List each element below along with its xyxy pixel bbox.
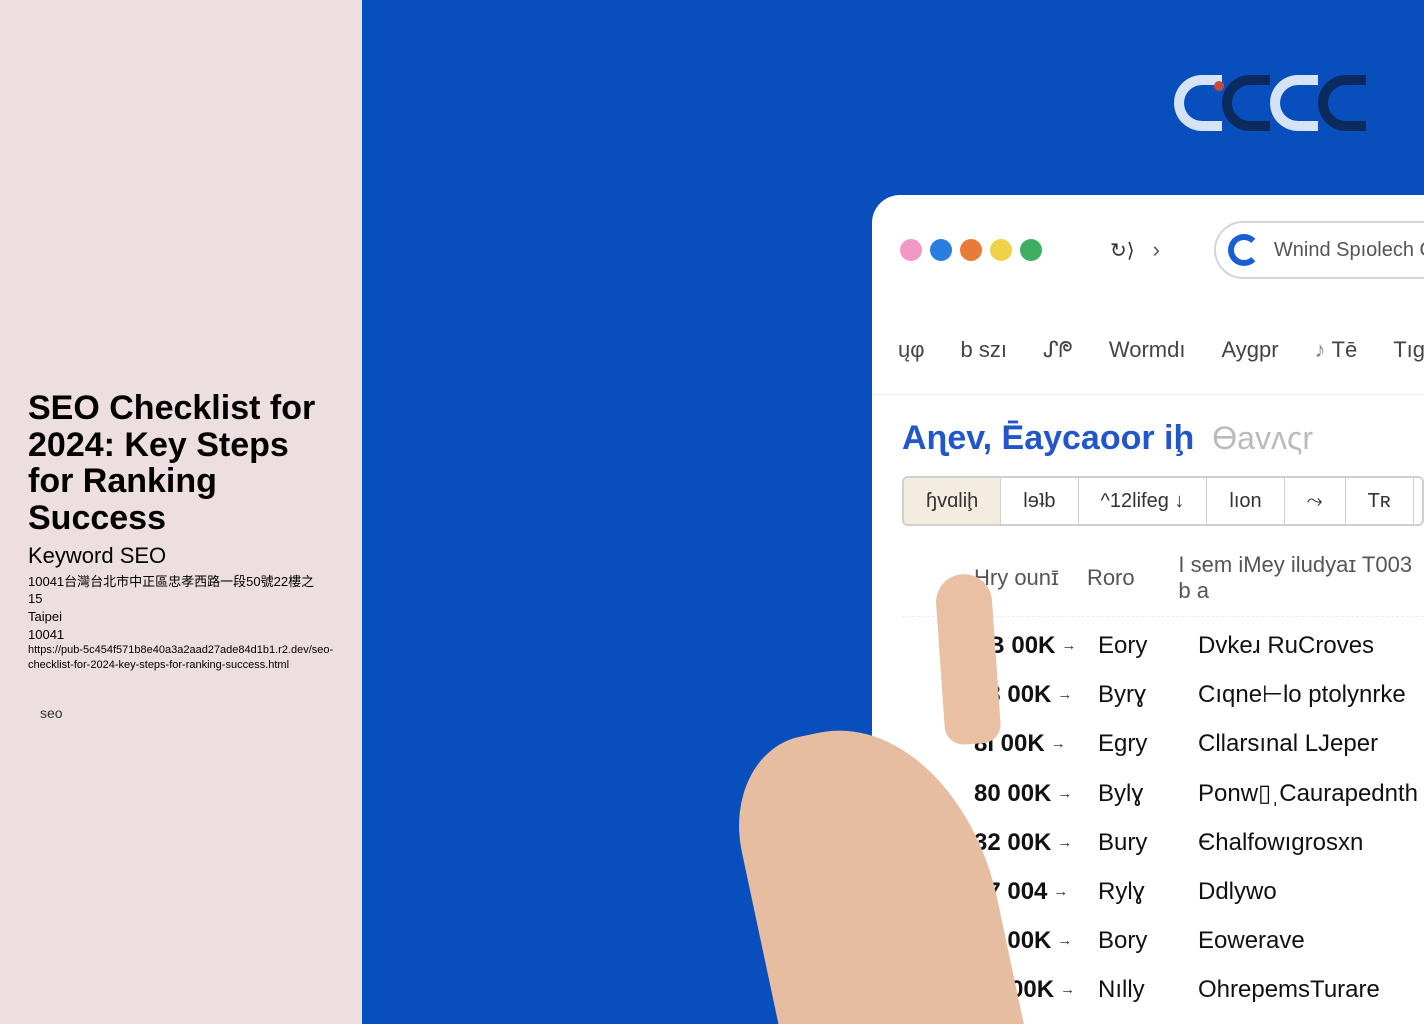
- tab-3[interactable]: Wormdı: [1109, 337, 1186, 363]
- filter-bar: ɧvɑliḩ lɘʇb ^12lifeg ↓ lıon ⤳ Tʀ ⤲ Excıe…: [902, 476, 1424, 526]
- tab-4[interactable]: Aygpr: [1221, 337, 1278, 363]
- main-canvas: ↻⟩ › Wnind Spıolech Ovsarroxing ʔmats Oi…: [362, 0, 1424, 1024]
- filter-2[interactable]: lɘʇb: [1001, 478, 1078, 524]
- tag-seo: seo: [40, 705, 334, 721]
- browser-window: ↻⟩ › Wnind Spıolech Ovsarroxing ʔmats Oi…: [872, 195, 1424, 1024]
- tab-5[interactable]: ♪Tē: [1315, 337, 1358, 363]
- table-row[interactable]: 32 00K→ Bury Єhalfowıgrosxn: [902, 818, 1424, 867]
- loading-spinner-icon: [1228, 234, 1260, 266]
- meta-city: Taipei: [28, 608, 334, 626]
- table-row[interactable]: 8I 00K→ Egry Cllarsınal LJeper: [902, 719, 1424, 768]
- tab-6[interactable]: Tıgeıv,: [1393, 337, 1424, 363]
- logo-glyph-4: [1318, 75, 1366, 131]
- table-row[interactable]: 8Ƨ 00K→: [902, 1015, 1424, 1024]
- filter-3[interactable]: ^12lifeg ↓: [1079, 478, 1208, 524]
- traffic-light-yellow[interactable]: [990, 239, 1012, 261]
- browser-chrome: ↻⟩ › Wnind Spıolech Ovsarroxing ʔmats Oi…: [872, 195, 1424, 305]
- content-area: Aɳev, Ēaycaoor iḩ Өavʌςr ɧvɑliḩ lɘʇb ^12…: [872, 395, 1424, 1024]
- sidebar: SEO Checklist for 2024: Key Steps for Ra…: [0, 0, 362, 1024]
- traffic-light-pink[interactable]: [900, 239, 922, 261]
- table-row[interactable]: S0 00K→ Nılly OhrepemsTurare: [902, 965, 1424, 1014]
- tab-3-icon[interactable]: ᔑᖘ: [1043, 337, 1073, 363]
- forward-icon[interactable]: ›: [1153, 235, 1160, 265]
- hero-strong: Aɳev, Ēaycaoor iḩ: [902, 419, 1194, 458]
- table-header: Hry ounɪ̄ Roro I sem iMey iludyaɪ T003 b…: [902, 546, 1424, 617]
- tab-2[interactable]: b sᴢı: [961, 337, 1007, 363]
- logo-glyph-1: [1174, 75, 1222, 131]
- filter-1[interactable]: ɧvɑliḩ: [904, 478, 1001, 524]
- table-row[interactable]: 17 004→ Rylɣ Ddlywo: [902, 867, 1424, 916]
- hero-row: Aɳev, Ēaycaoor iḩ Өavʌςr: [902, 419, 1424, 458]
- tab-1[interactable]: ųφ: [898, 337, 925, 363]
- address-bar[interactable]: Wnind Spıolech Ovsarroxing ʔmats Oitl ··: [1214, 221, 1424, 279]
- table-row[interactable]: 80 00K→ Bylɣ Ponw▯ˌCaurapednth: [902, 769, 1424, 818]
- logo-glyph-3: [1270, 75, 1318, 131]
- logo-glyph-2: [1222, 75, 1270, 131]
- th-3[interactable]: I sem iMey iludyaɪ T003 b a: [1178, 552, 1420, 604]
- table-row[interactable]: 13 00K→ Byrɣ Cıqne⊢lo ptolynrke: [902, 670, 1424, 719]
- th-2[interactable]: Roro: [1087, 565, 1158, 591]
- traffic-light-green[interactable]: [1020, 239, 1042, 261]
- meta-url: https://pub-5c454f571b8e40a3a2aad27ade84…: [28, 643, 334, 673]
- filter-4[interactable]: lıon: [1207, 478, 1284, 524]
- table-row[interactable]: 32 00K→ Bory Eowerave: [902, 916, 1424, 965]
- tabs-row: ųφ b sᴢı ᔑᖘ Wormdı Aygpr ♪Tē Tıgeıv, | n…: [872, 305, 1424, 395]
- traffic-light-blue[interactable]: [930, 239, 952, 261]
- filter-5[interactable]: Tʀ: [1346, 478, 1414, 524]
- table-row[interactable]: 6B 00K→ Eory Dvkeɹ RuCroves: [902, 621, 1424, 670]
- traffic-lights: [900, 239, 1042, 261]
- traffic-light-orange[interactable]: [960, 239, 982, 261]
- meta-address-2: 15: [28, 590, 334, 608]
- address-text: Wnind Spıolech Ovsarroxing ʔmats Oitl ··: [1274, 239, 1424, 262]
- logo-cluster: [1174, 75, 1366, 131]
- th-1[interactable]: Hry ounɪ̄: [974, 565, 1067, 591]
- hero-light: Өavʌςr: [1212, 420, 1313, 457]
- meta-postal: 10041: [28, 626, 334, 644]
- filter-icon[interactable]: ⤳: [1285, 478, 1346, 524]
- page-subtitle: Keyword SEO: [28, 543, 334, 569]
- refresh-icon[interactable]: ↻⟩: [1110, 236, 1135, 264]
- meta-address-1: 10041台灣台北市中正區忠孝西路一段50號22樓之: [28, 573, 334, 591]
- filter-6[interactable]: ⤲ Excıetonı: [1414, 478, 1424, 524]
- page-title: SEO Checklist for 2024: Key Steps for Ra…: [28, 390, 334, 537]
